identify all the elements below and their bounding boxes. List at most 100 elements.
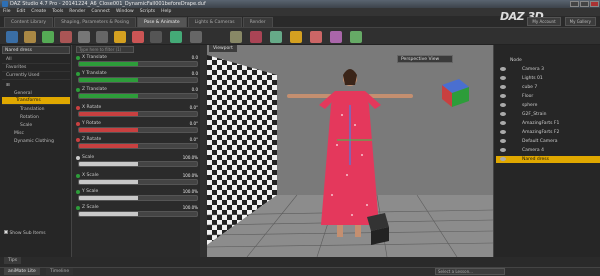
eye-icon[interactable] — [500, 67, 506, 71]
menu-tools[interactable]: Tools — [52, 8, 63, 16]
filter-currently-used[interactable]: Currently Used — [2, 72, 70, 80]
tree-transforms[interactable]: Transforms — [2, 97, 70, 105]
spotlight-tool-icon[interactable] — [114, 31, 126, 43]
node-selector[interactable]: Nared dress — [2, 46, 70, 54]
param-scale[interactable]: Scale 100.0% — [76, 155, 200, 169]
scene-item[interactable]: AmazingFarts F2 — [496, 129, 600, 136]
param-x-rotate[interactable]: X Rotate 0.0° — [76, 105, 200, 119]
eye-icon[interactable] — [500, 139, 506, 143]
param-z-translate[interactable]: Z Translate 0.0 — [76, 87, 200, 101]
scale-tool-icon[interactable] — [78, 31, 90, 43]
parameter-filter-input[interactable]: Type here to filter (1) — [76, 46, 134, 53]
eye-icon[interactable] — [500, 112, 506, 116]
minimize-button[interactable] — [570, 1, 579, 7]
pose-tool-icon[interactable] — [24, 31, 36, 43]
param-y-translate[interactable]: Y Translate 0.0 — [76, 71, 200, 85]
translate-tool-icon[interactable] — [60, 31, 72, 43]
camera-selector[interactable]: Perspective View — [397, 55, 453, 63]
material-icon[interactable] — [330, 31, 342, 43]
viewport[interactable]: Viewport Perspective View — [207, 45, 493, 257]
scene-item[interactable]: Floor — [496, 93, 600, 100]
tab-shaping[interactable]: Shaping, Parameters & Posing — [54, 17, 136, 27]
viewport-tab[interactable]: Viewport — [209, 45, 237, 52]
filter-all[interactable]: All — [2, 56, 70, 64]
menu-scripts[interactable]: Scripts — [140, 8, 155, 16]
param-slider[interactable] — [78, 93, 198, 99]
eye-icon[interactable] — [500, 103, 506, 107]
my-gallery-button[interactable]: My Gallery — [564, 17, 596, 26]
eye-icon[interactable] — [500, 130, 506, 134]
param-slider[interactable] — [78, 161, 198, 167]
param-slider[interactable] — [78, 211, 198, 217]
menu-window[interactable]: Window — [116, 8, 134, 16]
tree-root[interactable]: ⊞ — [6, 82, 10, 90]
prop-icon[interactable] — [270, 31, 282, 43]
scene-item[interactable]: Camera 4 — [496, 147, 600, 154]
tab-pose-animate[interactable]: Pose & Animate — [136, 17, 187, 27]
tab-render[interactable]: Render — [242, 17, 273, 27]
tab-lights-cameras[interactable]: Lights & Cameras — [187, 17, 242, 27]
show-sub-items-checkbox[interactable]: Show Sub Items — [4, 230, 46, 236]
node-tool-icon[interactable] — [132, 31, 144, 43]
param-x-translate[interactable]: X Translate 0.0 — [76, 55, 200, 69]
select-tool-icon[interactable] — [6, 31, 18, 43]
scene-item[interactable]: Default Camera — [496, 138, 600, 145]
param-slider[interactable] — [78, 127, 198, 133]
pane-side-tabs[interactable] — [200, 45, 207, 257]
param-z-rotate[interactable]: Z Rotate 0.0° — [76, 137, 200, 151]
scene-item[interactable]: Camera 3 — [496, 66, 600, 73]
eye-icon[interactable] — [500, 148, 506, 152]
tab-timeline[interactable]: Timeline — [46, 268, 74, 275]
menu-render[interactable]: Render — [69, 8, 85, 16]
param-z-scale[interactable]: Z Scale 100.0% — [76, 205, 200, 219]
menu-file[interactable]: File — [3, 8, 11, 16]
universal-tool-icon[interactable] — [96, 31, 108, 43]
param-slider[interactable] — [78, 61, 198, 67]
tree-translation[interactable]: Translation — [20, 106, 45, 114]
scene-item[interactable]: Lights 01 — [496, 75, 600, 82]
filter-favorites[interactable]: Favorites — [2, 64, 70, 72]
menu-help[interactable]: Help — [161, 8, 171, 16]
scene-item[interactable]: cube 7 — [496, 84, 600, 91]
tab-content-library[interactable]: Content Library — [4, 17, 54, 27]
scene-item[interactable]: Node — [496, 57, 600, 64]
geometry-tool-icon[interactable] — [170, 31, 182, 43]
menu-edit[interactable]: Edit — [17, 8, 26, 16]
param-y-rotate[interactable]: Y Rotate 0.0° — [76, 121, 200, 135]
eye-icon[interactable] — [500, 85, 506, 89]
eye-icon[interactable] — [500, 76, 506, 80]
tree-misc[interactable]: Misc — [14, 130, 24, 138]
figure-icon[interactable] — [230, 31, 242, 43]
tree-dynamic-clothing[interactable]: Dynamic Clothing — [14, 138, 54, 146]
lesson-select[interactable]: Select a Lesson... — [435, 268, 505, 275]
camera-tool-icon[interactable] — [150, 31, 162, 43]
my-account-button[interactable]: My Account — [527, 17, 561, 26]
eye-icon[interactable] — [500, 94, 506, 98]
menu-create[interactable]: Create — [31, 8, 46, 16]
param-slider[interactable] — [78, 77, 198, 83]
viewport-scene[interactable] — [207, 45, 493, 257]
scene-item[interactable]: sphere — [496, 102, 600, 109]
scene-item-selected[interactable]: Nared dress — [496, 156, 600, 163]
maximize-button[interactable] — [580, 1, 589, 7]
scene-item[interactable]: AmazingFarts F1 — [496, 120, 600, 127]
eye-icon[interactable] — [500, 121, 506, 125]
tab-animate-lite[interactable]: aniMate Lite — [4, 268, 40, 275]
scene-item[interactable]: G2F_Strain — [496, 111, 600, 118]
tips-tab[interactable]: Tips — [4, 257, 22, 264]
pose-icon[interactable] — [310, 31, 322, 43]
rotate-tool-icon[interactable] — [42, 31, 54, 43]
texture-tool-icon[interactable] — [190, 31, 202, 43]
tree-scale[interactable]: Scale — [20, 122, 32, 130]
param-slider[interactable] — [78, 143, 198, 149]
param-slider[interactable] — [78, 111, 198, 117]
light-icon[interactable] — [290, 31, 302, 43]
param-x-scale[interactable]: X Scale 100.0% — [76, 173, 200, 187]
scene-icon[interactable] — [350, 31, 362, 43]
eye-icon[interactable] — [500, 157, 506, 161]
param-y-scale[interactable]: Y Scale 100.0% — [76, 189, 200, 203]
tree-rotation[interactable]: Rotation — [20, 114, 39, 122]
menu-connect[interactable]: Connect — [91, 8, 110, 16]
wardrobe-icon[interactable] — [250, 31, 262, 43]
close-button[interactable] — [590, 1, 599, 7]
